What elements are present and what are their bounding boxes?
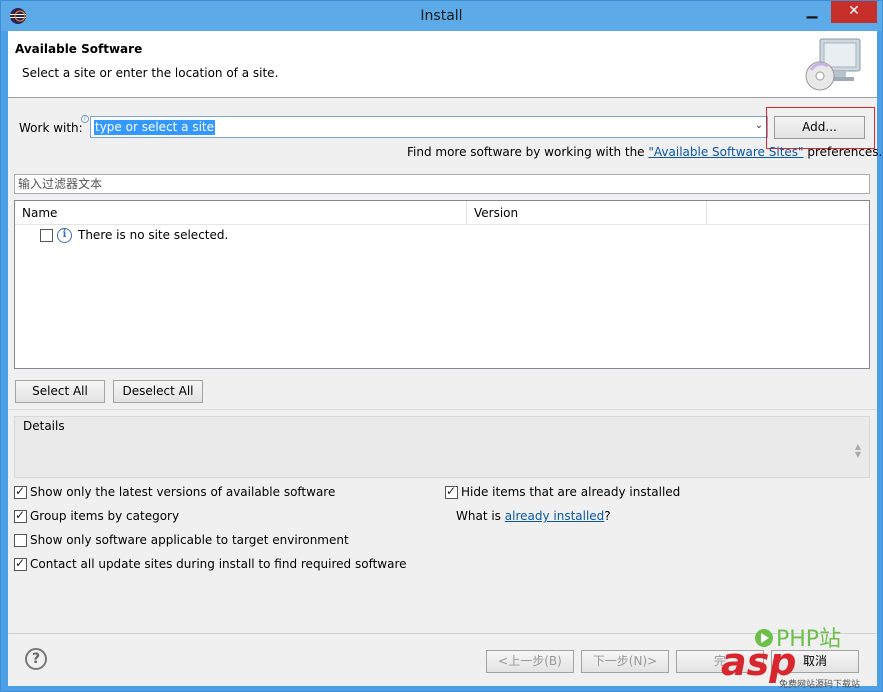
already-installed-link[interactable]: already installed (505, 509, 605, 523)
group-by-category-label[interactable]: Group items by category (30, 509, 179, 523)
find-more-text: Find more software by working with the "… (407, 145, 882, 159)
window-title: Install (420, 8, 463, 24)
deselect-all-button[interactable]: Deselect All (113, 380, 203, 403)
details-area (14, 416, 870, 478)
find-more-suffix: preferences. (803, 145, 883, 159)
work-with-combo[interactable]: type or select a site ⌄ (90, 116, 768, 138)
table-header: Name Version (15, 201, 869, 225)
applicable-only-label[interactable]: Show only software applicable to target … (30, 533, 349, 547)
column-version-header[interactable]: Version (467, 201, 707, 225)
contact-update-sites-label[interactable]: Contact all update sites during install … (30, 557, 407, 571)
column-name-header[interactable]: Name (15, 201, 467, 225)
header-title: Available Software (15, 42, 143, 56)
divider (8, 409, 877, 410)
footer-divider (8, 633, 877, 634)
group-by-category-checkbox[interactable] (14, 508, 27, 523)
header-subtitle: Select a site or enter the location of a… (22, 66, 279, 80)
find-more-prefix: Find more software by working with the (407, 145, 649, 159)
dialog-header: Available Software Select a site or ente… (8, 31, 877, 98)
details-scroll-icon[interactable]: ▲ ▼ (853, 443, 863, 461)
latest-versions-label[interactable]: Show only the latest versions of availab… (30, 485, 335, 499)
hide-installed-checkbox[interactable] (445, 484, 458, 499)
close-button[interactable]: ✕ (831, 1, 877, 23)
add-site-button[interactable]: Add... (774, 116, 865, 139)
row-checkbox[interactable] (40, 229, 53, 242)
minimize-button[interactable]: ▁ (797, 1, 827, 23)
finish-button[interactable]: 完 (676, 650, 764, 673)
cancel-button[interactable]: 取消 (771, 650, 859, 673)
work-with-value[interactable]: type or select a site (94, 120, 216, 135)
select-all-button[interactable]: Select All (15, 380, 105, 403)
latest-versions-checkbox[interactable] (14, 484, 27, 499)
info-decoration-icon: i (81, 115, 89, 123)
what-is-text: What is already installed? (456, 509, 611, 523)
work-with-label: Work with: (19, 121, 83, 135)
dialog-client-area: Available Software Select a site or ente… (8, 31, 882, 686)
hide-installed-label[interactable]: Hide items that are already installed (461, 485, 680, 499)
back-button[interactable]: <上一步(B) (486, 650, 574, 673)
next-button[interactable]: 下一步(N)> (581, 650, 669, 673)
install-window: Install ▁ ✕ Available Software Select a … (0, 0, 883, 692)
details-label: Details (23, 419, 65, 433)
applicable-only-checkbox[interactable] (14, 534, 27, 547)
what-is-suffix: ? (604, 509, 611, 523)
software-table[interactable]: Name Version i There is no site selected… (14, 200, 870, 369)
info-icon: i (57, 228, 72, 243)
available-software-sites-link[interactable]: "Available Software Sites" (648, 145, 803, 159)
help-icon[interactable]: ? (25, 648, 47, 670)
install-banner-icon (805, 38, 861, 91)
chevron-down-icon[interactable]: ⌄ (753, 120, 765, 134)
empty-message: There is no site selected. (78, 228, 229, 242)
filter-input[interactable]: 输入过滤器文本 (14, 174, 870, 194)
title-bar[interactable]: Install ▁ ✕ (1, 1, 882, 31)
contact-update-sites-checkbox[interactable] (14, 556, 27, 571)
what-is-prefix: What is (456, 509, 505, 523)
